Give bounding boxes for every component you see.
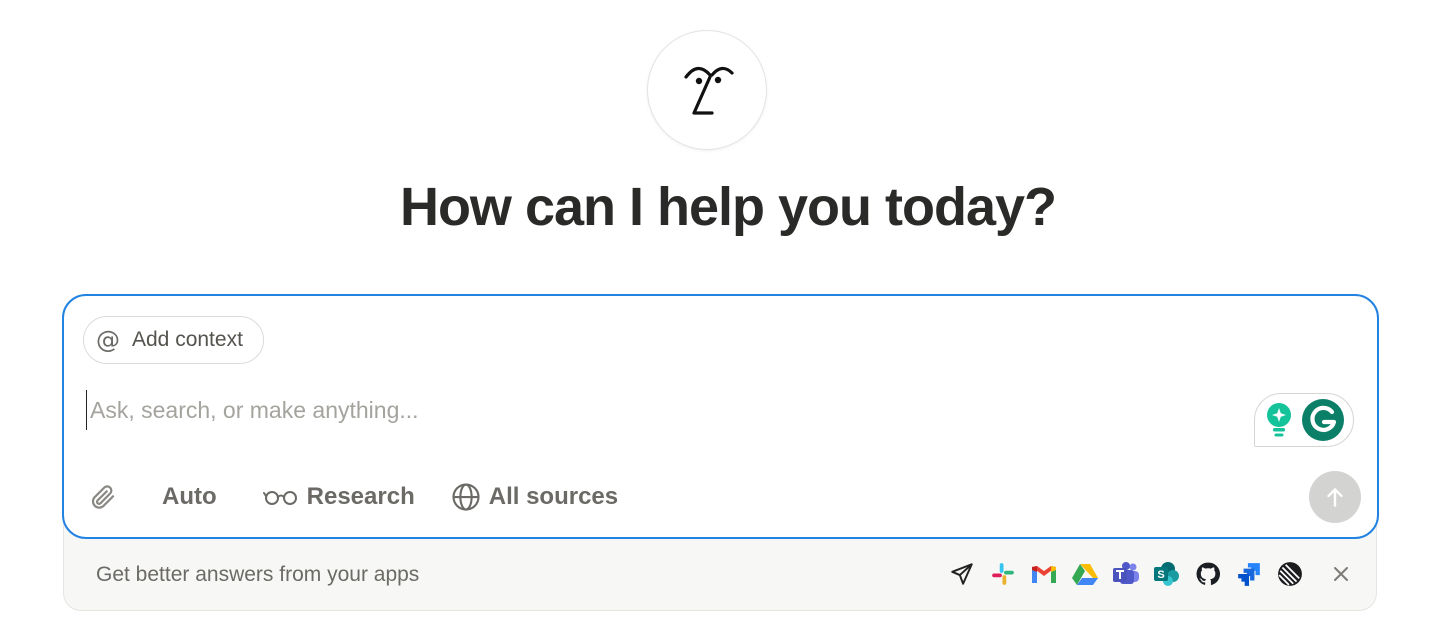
auto-mode-button[interactable]: Auto (162, 483, 217, 511)
send-icon[interactable] (947, 559, 977, 589)
page-title: How can I help you today? (399, 177, 1057, 237)
at-sign-icon: @ (96, 326, 120, 354)
github-icon[interactable] (1193, 559, 1223, 589)
page: How can I help you today? Get better ans… (0, 0, 1456, 630)
slack-icon[interactable] (988, 559, 1018, 589)
google-drive-icon[interactable] (1070, 559, 1100, 589)
gmail-icon[interactable] (1029, 559, 1059, 589)
research-label: Research (306, 483, 415, 510)
jira-icon[interactable] (1234, 559, 1264, 589)
add-context-label: Add context (132, 328, 243, 351)
add-context-button[interactable]: @ Add context (83, 316, 264, 364)
close-banner-button[interactable] (1326, 559, 1356, 589)
sharepoint-icon[interactable]: S (1152, 559, 1182, 589)
prompt-box: @ Add context Auto (62, 294, 1379, 539)
assistant-avatar (647, 30, 767, 150)
prompt-input[interactable] (86, 390, 1210, 430)
paperclip-icon (91, 485, 115, 509)
globe-icon (452, 483, 480, 511)
auto-mode-label: Auto (162, 483, 217, 510)
arrow-up-icon (1327, 488, 1343, 507)
lightbulb-icon (1267, 403, 1291, 437)
app-icons-row[interactable]: S (947, 559, 1305, 589)
sources-label: All sources (488, 483, 619, 510)
svg-text:S: S (1157, 569, 1164, 581)
apps-banner-text: Get better answers from your apps (96, 563, 420, 586)
sources-button[interactable]: All sources (451, 482, 618, 512)
grammarly-widget[interactable] (1254, 393, 1354, 447)
grammarly-icon (1302, 399, 1344, 441)
research-button[interactable]: Research (262, 483, 415, 511)
close-icon (1334, 567, 1348, 581)
glasses-icon (262, 491, 297, 505)
face-logo-icon (684, 66, 734, 115)
teams-icon[interactable] (1111, 559, 1141, 589)
linear-icon[interactable] (1275, 559, 1305, 589)
attach-button[interactable] (88, 482, 118, 512)
prompt-toolbar: Auto Research All sources (88, 476, 618, 518)
send-button[interactable] (1309, 471, 1361, 523)
